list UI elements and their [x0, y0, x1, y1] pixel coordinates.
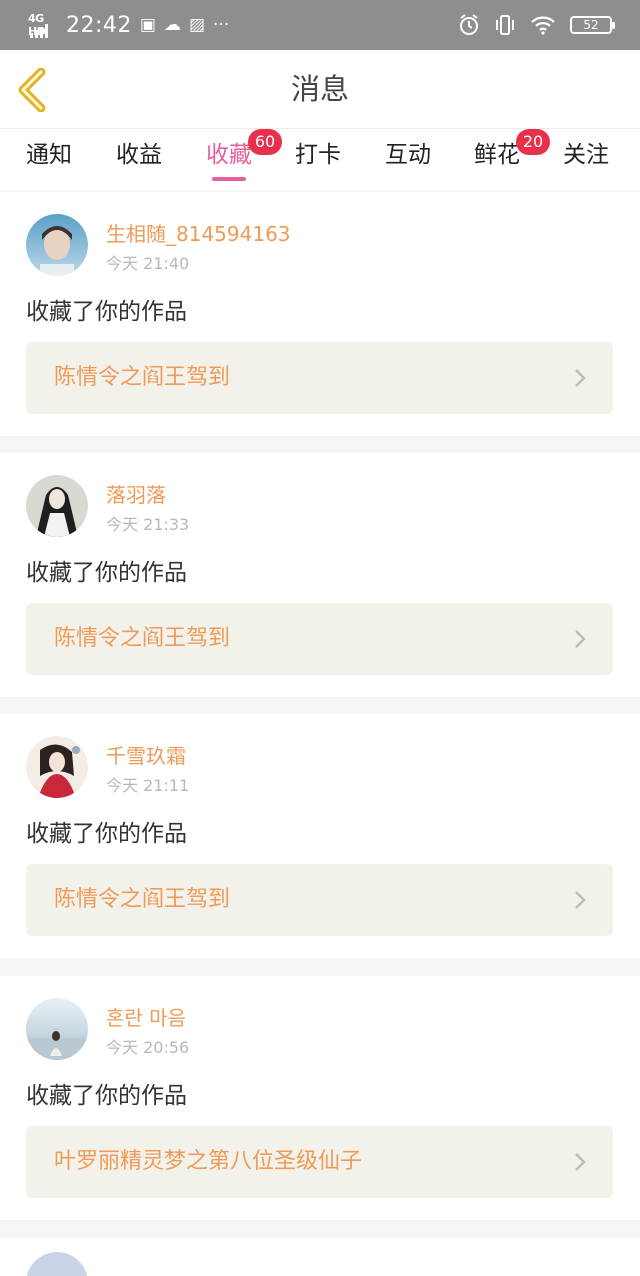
- avatar[interactable]: [26, 475, 88, 537]
- page-title: 消息: [290, 72, 349, 106]
- battery-indicator: 52: [570, 16, 615, 34]
- tab-label: 通知: [26, 142, 72, 168]
- work-link[interactable]: 叶罗丽精灵梦之第八位圣级仙子: [26, 1126, 613, 1198]
- timestamp: 今天 20:56: [106, 1038, 190, 1057]
- work-link[interactable]: 陈情令之阎王驾到: [26, 603, 613, 675]
- sim-icon: ▣: [139, 15, 156, 35]
- avatar[interactable]: [26, 736, 88, 798]
- work-link[interactable]: 陈情令之阎王驾到: [26, 342, 613, 414]
- avatar[interactable]: [26, 214, 88, 276]
- avatar[interactable]: [26, 1252, 88, 1276]
- chevron-right-icon: [575, 369, 586, 387]
- tab-label: 打卡: [295, 142, 341, 168]
- action-text: 收藏了你的作品: [26, 821, 187, 847]
- tab-label: 收益: [116, 142, 162, 168]
- timestamp: 今天 21:33: [106, 515, 190, 534]
- tab-label: 收藏: [206, 142, 252, 168]
- app-icon: ▨: [188, 15, 206, 35]
- chevron-right-icon: [575, 630, 586, 648]
- work-link[interactable]: 陈情令之阎王驾到: [26, 864, 613, 936]
- unread-badge: 20: [516, 129, 550, 155]
- tab-label: 互动: [385, 142, 431, 168]
- timestamp: 今天 21:40: [106, 254, 190, 273]
- username[interactable]: 혼란 마음: [106, 1002, 186, 1031]
- tab-interaction[interactable]: 互动: [385, 135, 431, 187]
- action-text: 收藏了你的作品: [26, 299, 187, 325]
- active-tab-indicator: [212, 177, 246, 181]
- tab-label: 关注: [563, 142, 609, 168]
- status-bar: 4G HD 22:42 ▣ ☁ ▨ ··· 52: [0, 0, 640, 50]
- action-text: 收藏了你的作品: [26, 1083, 187, 1109]
- list-item: 落羽落 今天 21:33 收藏了你的作品 陈情令之阎王驾到: [0, 453, 640, 697]
- cloud-icon: ☁: [163, 15, 181, 35]
- message-tabs: 通知 收益 收藏 60 打卡 互动 鲜花 20 关注: [0, 128, 640, 190]
- chevron-right-icon: [575, 1153, 586, 1171]
- signal-icon: 4G HD: [28, 10, 58, 40]
- work-title: 陈情令之阎王驾到: [54, 626, 231, 651]
- alarm-icon: [460, 14, 478, 35]
- work-title: 陈情令之阎王驾到: [54, 365, 231, 390]
- username[interactable]: 千雪玖霜: [106, 740, 186, 769]
- list-item: 千雪玖霜 今天 21:11 收藏了你的作品 陈情令之阎王驾到: [0, 714, 640, 958]
- work-title: 陈情令之阎王驾到: [54, 887, 231, 912]
- list-item: [0, 1238, 640, 1276]
- tab-label: 鲜花: [474, 142, 520, 168]
- tab-favorites[interactable]: 收藏 60: [206, 129, 282, 187]
- username[interactable]: 落羽落: [106, 479, 166, 508]
- unread-badge: 60: [248, 129, 282, 155]
- list-item: 혼란 마음 今天 20:56 收藏了你的作品 叶罗丽精灵梦之第八位圣级仙子: [0, 976, 640, 1220]
- tab-flowers[interactable]: 鲜花 20: [474, 129, 550, 187]
- timestamp: 今天 21:11: [106, 776, 190, 795]
- wifi-icon: [531, 16, 555, 35]
- work-title: 叶罗丽精灵梦之第八位圣级仙子: [54, 1149, 363, 1174]
- tab-checkin[interactable]: 打卡: [295, 135, 341, 187]
- tab-notifications[interactable]: 通知: [26, 135, 72, 187]
- vibrate-icon: [496, 15, 514, 35]
- action-text: 收藏了你的作品: [26, 560, 187, 586]
- more-notifications: ···: [213, 15, 230, 35]
- status-time: 22:42: [66, 12, 132, 38]
- username[interactable]: 生相随_814594163: [106, 218, 291, 247]
- list-item: 生相随_814594163 今天 21:40 收藏了你的作品 陈情令之阎王驾到: [0, 192, 640, 436]
- tab-follows[interactable]: 关注: [563, 135, 609, 187]
- tab-earnings[interactable]: 收益: [116, 135, 162, 187]
- chevron-right-icon: [575, 891, 586, 909]
- app-header: 消息: [0, 50, 640, 128]
- avatar[interactable]: [26, 998, 88, 1060]
